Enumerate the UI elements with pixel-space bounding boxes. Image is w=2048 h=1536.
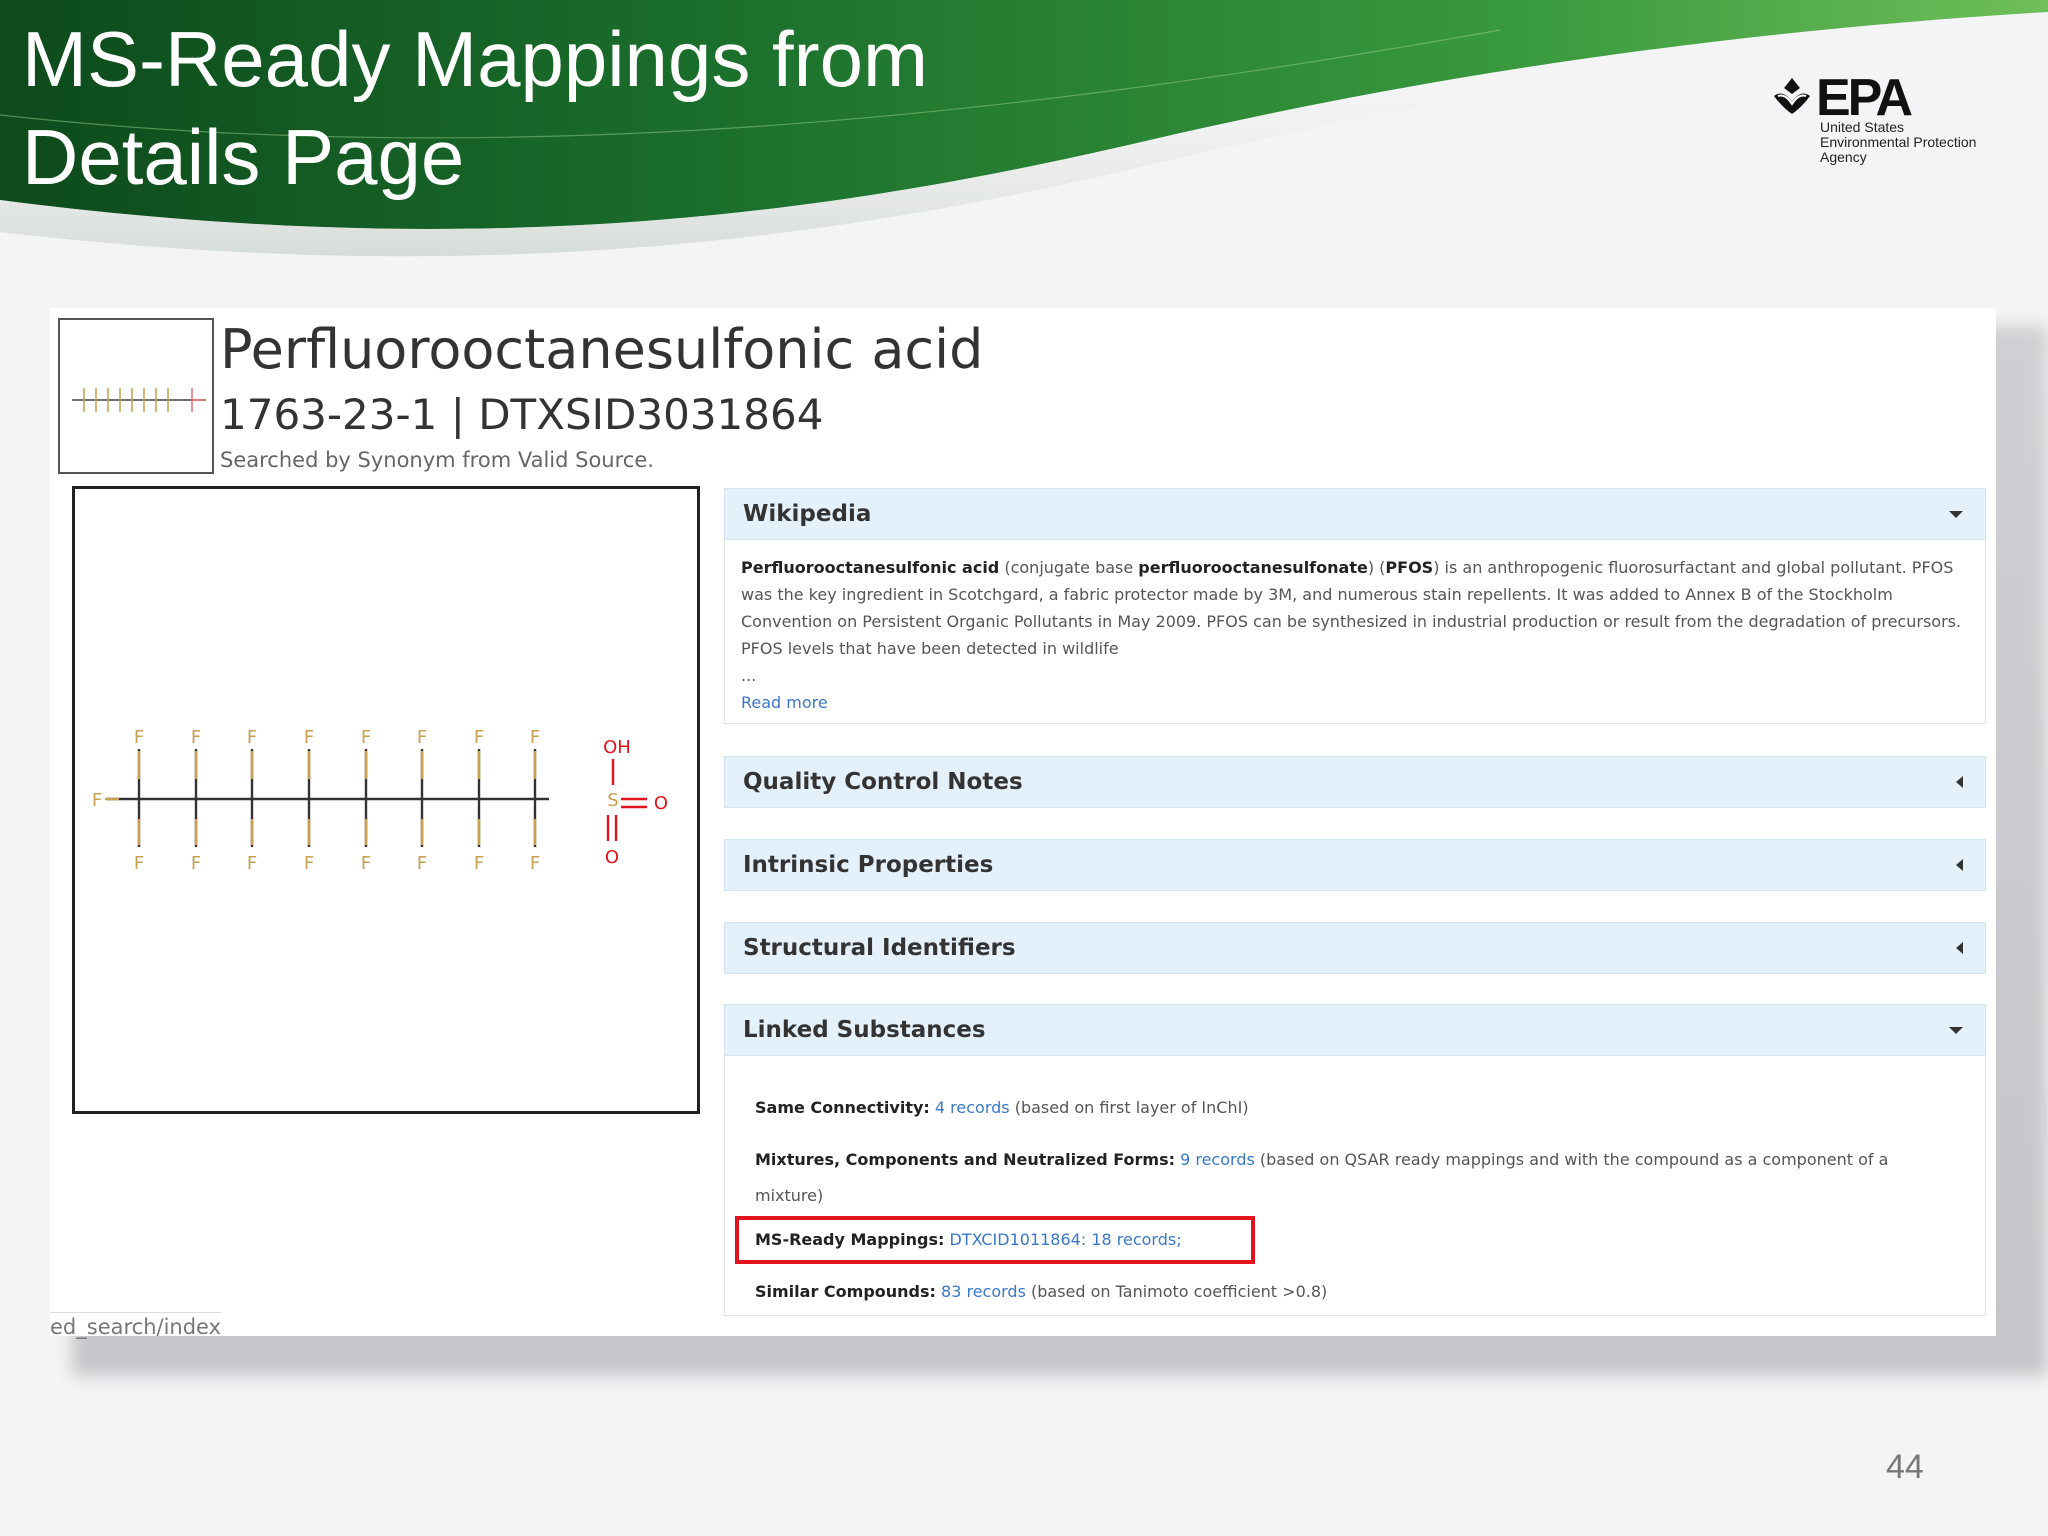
caret-left-icon — [1956, 859, 1963, 871]
chemical-identifiers: 1763-23-1 | DTXSID3031864 — [220, 390, 824, 439]
chemical-name: Perfluorooctanesulfonic acid — [220, 318, 984, 381]
atom-f: F — [247, 727, 257, 748]
atom-o: O — [654, 793, 668, 814]
atom-f: F — [134, 727, 144, 748]
linked-substances-section: Linked Substances Same Connectivity: 4 r… — [724, 1004, 1986, 1316]
wikipedia-title: Wikipedia — [743, 501, 872, 527]
atom-f: F — [417, 727, 427, 748]
quality-control-section: Quality Control Notes — [724, 756, 1986, 808]
wiki-term: perfluorooctanesulfonate — [1138, 558, 1368, 577]
epa-logo: EPA United States Environmental Protecti… — [1770, 69, 2010, 170]
same-connectivity-note: (based on first layer of InChI) — [1009, 1098, 1249, 1117]
atom-f: F — [417, 853, 427, 874]
atom-f: F — [304, 853, 314, 874]
wiki-text: ) ( — [1367, 558, 1386, 577]
wiki-term: Perfluorooctanesulfonic acid — [741, 558, 1000, 577]
linked-substances-title: Linked Substances — [743, 1017, 986, 1043]
atom-f: F — [474, 727, 484, 748]
epa-agency-name: United States Environmental Protection A… — [1820, 120, 1976, 165]
same-connectivity-row: Same Connectivity: 4 records (based on f… — [755, 1090, 1249, 1126]
same-connectivity-label: Same Connectivity: — [755, 1098, 930, 1117]
read-more-link[interactable]: Read more — [741, 689, 1969, 716]
ms-ready-row: MS-Ready Mappings: DTXCID1011864: 18 rec… — [755, 1222, 1182, 1258]
atom-oh: OH — [603, 737, 631, 758]
epa-flower-icon — [1774, 78, 1810, 114]
slide-title-line-1: MS-Ready Mappings from — [22, 15, 928, 103]
same-connectivity-link[interactable]: 4 records — [935, 1098, 1010, 1117]
structure-viewer[interactable]: F F F F F F F F F F F F F F F F F S OH O… — [72, 486, 700, 1114]
atom-f: F — [474, 853, 484, 874]
screenshot-panel: Perfluorooctanesulfonic acid 1763-23-1 |… — [50, 308, 1996, 1339]
wiki-ellipsis: ... — [741, 666, 757, 685]
atom-f: F — [247, 853, 257, 874]
caret-left-icon — [1956, 942, 1963, 954]
structure-thumbnail[interactable] — [58, 318, 214, 474]
quality-control-header[interactable]: Quality Control Notes — [724, 756, 1986, 808]
mixtures-row: Mixtures, Components and Neutralized For… — [755, 1142, 1935, 1214]
similar-compounds-label: Similar Compounds: — [755, 1282, 936, 1301]
thumbnail-molecule-icon — [72, 388, 206, 412]
ms-ready-label: MS-Ready Mappings: — [755, 1230, 945, 1249]
atom-f: F — [92, 790, 102, 811]
molecule-structure-icon: F F F F F F F F F F F F F F F F F S OH O… — [92, 727, 668, 874]
atom-f: F — [304, 727, 314, 748]
atom-s: S — [607, 790, 618, 811]
atom-f: F — [361, 853, 371, 874]
wikipedia-header[interactable]: Wikipedia — [724, 488, 1986, 540]
slide-title: MS-Ready Mappings from Details Page — [22, 10, 928, 206]
intrinsic-properties-header[interactable]: Intrinsic Properties — [724, 839, 1986, 891]
linked-substances-body: Same Connectivity: 4 records (based on f… — [724, 1056, 1986, 1316]
slide-title-line-2: Details Page — [22, 113, 465, 201]
atom-f: F — [530, 853, 540, 874]
similar-compounds-link[interactable]: 83 records — [941, 1282, 1026, 1301]
mixtures-link[interactable]: 9 records — [1180, 1150, 1255, 1169]
atom-f: F — [530, 727, 540, 748]
atom-f: F — [361, 727, 371, 748]
atom-o: O — [605, 847, 619, 868]
similar-compounds-row: Similar Compounds: 83 records (based on … — [755, 1274, 1327, 1310]
epa-sub-line-3: Agency — [1820, 149, 1867, 165]
epa-sub-line-1: United States — [1820, 119, 1905, 135]
wikipedia-body: Perfluorooctanesulfonic acid (conjugate … — [724, 540, 1986, 724]
intrinsic-properties-title: Intrinsic Properties — [743, 852, 994, 878]
atom-f: F — [134, 853, 144, 874]
caret-left-icon — [1956, 776, 1963, 788]
caret-down-icon — [1949, 511, 1963, 518]
epa-sub-line-2: Environmental Protection — [1820, 134, 1977, 150]
page-number: 44 — [1886, 1448, 1924, 1486]
linked-substances-header[interactable]: Linked Substances — [724, 1004, 1986, 1056]
ms-ready-link[interactable]: DTXCID1011864: 18 records; — [949, 1230, 1181, 1249]
atom-f: F — [191, 727, 201, 748]
wikipedia-section: Wikipedia Perfluorooctanesulfonic acid (… — [724, 488, 1986, 724]
quality-control-title: Quality Control Notes — [743, 769, 1023, 795]
structural-identifiers-header[interactable]: Structural Identifiers — [724, 922, 1986, 974]
similar-compounds-note: (based on Tanimoto coefficient >0.8) — [1025, 1282, 1328, 1301]
caret-down-icon — [1949, 1027, 1963, 1034]
structural-identifiers-title: Structural Identifiers — [743, 935, 1016, 961]
mixtures-label: Mixtures, Components and Neutralized For… — [755, 1150, 1175, 1169]
wiki-text: (conjugate base — [999, 558, 1139, 577]
structural-identifiers-section: Structural Identifiers — [724, 922, 1986, 974]
search-note: Searched by Synonym from Valid Source. — [220, 448, 654, 472]
intrinsic-properties-section: Intrinsic Properties — [724, 839, 1986, 891]
wiki-term: PFOS — [1385, 558, 1434, 577]
browser-url-fragment: ed_search/index — [50, 1312, 222, 1339]
atom-f: F — [191, 853, 201, 874]
